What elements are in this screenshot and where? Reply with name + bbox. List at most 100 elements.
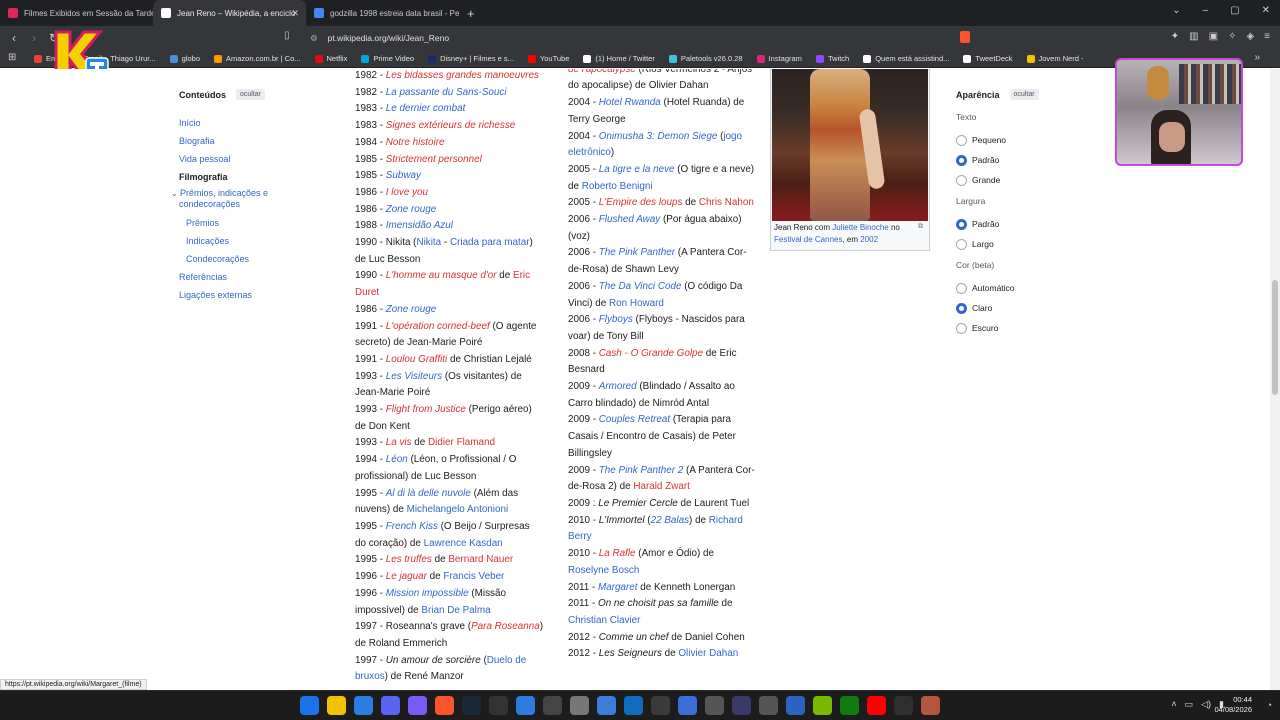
film-link[interactable]: Signes extérieurs de richesse [386,120,516,131]
volume-icon[interactable]: ◁) [1201,699,1211,710]
brave-icon[interactable] [435,696,454,715]
brave-shield-icon[interactable] [960,31,970,43]
radio-button-icon[interactable] [956,322,967,334]
enlarge-icon[interactable]: ⧉ [918,223,923,231]
app2-icon[interactable] [516,696,535,715]
back-icon[interactable]: ‹ [4,31,24,45]
notification-icon[interactable]: ◔ [1267,700,1272,710]
tab-close-icon[interactable]: ✕ [291,8,299,19]
toc-item[interactable]: ⌄ Prêmios, indicações e condecorações [171,186,299,214]
close-window-icon[interactable]: ✕ [1262,5,1270,16]
radio-button-icon[interactable] [956,154,967,166]
toc-item[interactable]: Prêmios [179,214,299,232]
scrollbar-thumb[interactable] [1272,280,1278,395]
bookmark-item[interactable]: globo [169,54,200,63]
wallet-icon[interactable]: ▣ [1209,31,1218,42]
vpn-icon[interactable]: ◈ [1246,31,1254,42]
film-link[interactable]: Al di là delle nuvole [386,488,471,499]
bookmark-item[interactable]: Instagram [756,54,802,63]
film-link[interactable]: Zone rouge [386,304,437,315]
radio-button-icon[interactable] [956,302,967,314]
bookmark-item[interactable]: Prime Video [361,54,414,63]
film-link[interactable]: Roberto Benigni [582,181,653,192]
bookmark-item[interactable]: Paletools v26.0.28 [668,54,743,63]
bookmark-item[interactable]: Amazon.com.br | Co... [214,54,301,63]
appearance-radio-option[interactable]: Padrão [956,150,1096,170]
spotify-like-icon[interactable] [651,696,670,715]
appearance-radio-option[interactable]: Largo [956,234,1096,254]
bookmark-item[interactable]: Quem está assistind... [863,54,949,63]
film-link[interactable]: Onimusha 3: Demon Siege [599,131,718,142]
r-icon[interactable] [894,696,913,715]
film-link[interactable]: French Kiss [386,521,438,532]
film-link[interactable]: L'Empire des loups [599,197,683,208]
film-link[interactable]: Nikita [416,237,441,248]
film-link[interactable]: Criada para matar [450,237,530,248]
app-icon[interactable] [408,696,427,715]
menu-icon[interactable]: ≡ [1264,31,1270,42]
steam-icon[interactable] [462,696,481,715]
appearance-radio-option[interactable]: Padrão [956,214,1096,234]
browser-tab[interactable]: Jean Reno – Wikipédia, a enciclo ✕ [153,0,306,26]
radio-button-icon[interactable] [956,282,967,294]
youtube-icon[interactable] [867,696,886,715]
caption-link-year[interactable]: 2002 [860,235,878,244]
edge-icon[interactable] [354,696,373,715]
bookmark-star-icon[interactable]: ▯ [284,30,290,41]
toc-expand-chevron-icon[interactable]: ⌄ [171,189,180,198]
app4-icon[interactable] [678,696,697,715]
tab-search-icon[interactable]: ⌄ [1172,5,1180,16]
appearance-radio-option[interactable]: Pequeno [956,130,1096,150]
film-link[interactable]: Brian De Palma [421,605,490,616]
film-link[interactable]: Para Roseanna [471,621,540,632]
film-link[interactable]: Christian Clavier [568,615,640,626]
caption-link-binoche[interactable]: Juliette Binoche [832,223,888,232]
bookmark-item[interactable]: Twitch [815,54,849,63]
new-tab-icon[interactable]: + [467,6,475,21]
bookmark-item[interactable]: Disney+ | Filmes e s... [428,54,514,63]
appearance-radio-option[interactable]: Automático [956,278,1096,298]
discord-icon[interactable] [381,696,400,715]
site-info-icon[interactable]: ⚙ [310,33,318,44]
film-link[interactable]: L'opération corned-beef [386,321,490,332]
film-link[interactable]: Notre histoire [386,137,445,148]
sidebar-icon[interactable]: ▥ [1189,31,1198,42]
film-link[interactable]: Imensidão Azul [386,220,453,231]
film-link[interactable]: Mission impossible [386,588,469,599]
film-link[interactable]: 22 Balas [651,515,689,526]
tray-chevron-icon[interactable]: ˄ [1171,699,1176,710]
film-link[interactable]: Les truffes [386,554,432,565]
maximize-icon[interactable]: ▢ [1230,5,1239,16]
toc-hide-button[interactable]: ocultar [236,89,266,100]
toc-item[interactable]: Condecorações [179,250,299,268]
toc-item[interactable]: Vida pessoal [179,150,299,168]
film-link[interactable]: Bernard Nauer [448,554,513,565]
film-link[interactable]: Zone rouge [386,204,437,215]
film-link[interactable]: Strictement personnel [386,154,482,165]
film-link[interactable]: Lawrence Kasdan [424,538,503,549]
radio-button-icon[interactable] [956,134,967,146]
radio-button-icon[interactable] [956,218,967,230]
film-link[interactable]: Le dernier combat [386,103,466,114]
app5-icon[interactable] [786,696,805,715]
minimize-icon[interactable]: – [1203,5,1209,16]
film-link[interactable]: L'homme au masque d'or [386,270,497,281]
address-bar[interactable]: ⚙ pt.wikipedia.org/wiki/Jean_Reno [300,29,980,47]
radio-button-icon[interactable] [956,174,967,186]
film-link[interactable]: I love you [386,187,428,198]
bookmark-item[interactable]: TweetDeck [963,54,1013,63]
film-link[interactable]: Michelangelo Antonioni [407,504,509,515]
bookmark-item[interactable]: Netflix [314,54,347,63]
bookmark-item[interactable]: YouTube [527,54,569,63]
toc-item[interactable]: Início [179,114,299,132]
chrome-icon[interactable] [570,696,589,715]
terminal-icon[interactable] [489,696,508,715]
caption-link-cannes[interactable]: Festival de Cannes [774,235,842,244]
toc-item[interactable]: Biografia [179,132,299,150]
film-link[interactable]: Margaret [598,582,638,593]
toc-item[interactable]: Referências [179,268,299,286]
appearance-radio-option[interactable]: Escuro [956,318,1096,338]
film-link[interactable]: Flushed Away [599,214,660,225]
film-link[interactable]: The Da Vinci Code [599,281,682,292]
film-link[interactable]: Les bidasses grandes manoeuvres [386,70,539,81]
